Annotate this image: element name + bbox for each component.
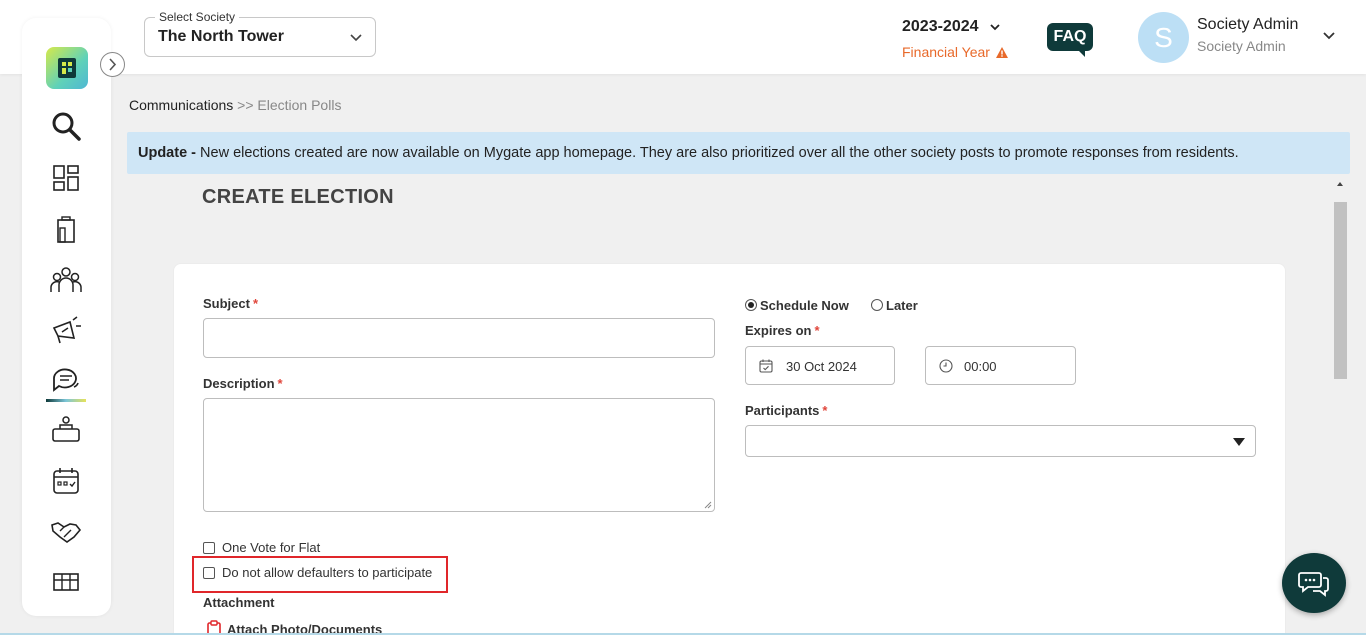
faq-button[interactable]: FAQ: [1047, 23, 1093, 57]
banner-text: New elections created are now available …: [196, 145, 1239, 161]
scroll-up-arrow-icon[interactable]: [1336, 180, 1344, 188]
helpdesk-icon[interactable]: [50, 415, 82, 447]
chevron-down-icon[interactable]: [1322, 30, 1336, 42]
highlight-annotation-box: [192, 556, 448, 593]
financial-year-selector[interactable]: 2023-2024 Financial Year: [902, 18, 1022, 60]
dropdown-arrow-icon: [1233, 438, 1245, 446]
clock-icon: [939, 359, 953, 373]
expires-date-value: 30 Oct 2024: [786, 359, 857, 374]
financial-year-label: Financial Year: [902, 44, 990, 60]
scrollbar-thumb[interactable]: [1334, 202, 1347, 379]
nav-active-indicator: [46, 399, 86, 402]
user-name: Society Admin: [1197, 16, 1299, 33]
breadcrumb-communications[interactable]: Communications: [129, 97, 233, 113]
radio-unselected[interactable]: [871, 299, 883, 311]
later-radio[interactable]: Later: [871, 298, 918, 313]
chat-support-button[interactable]: [1282, 553, 1346, 613]
building-icon[interactable]: [50, 214, 82, 246]
announcement-icon[interactable]: [50, 314, 82, 346]
top-bar: Select Society The North Tower 2023-2024…: [0, 0, 1366, 74]
description-label: Description *: [203, 376, 283, 391]
amenities-icon[interactable]: [50, 565, 82, 597]
chat-bubbles-icon: [1298, 572, 1329, 597]
society-select-label: Select Society: [155, 10, 240, 24]
one-vote-for-flat-option[interactable]: One Vote for Flat: [203, 540, 320, 555]
expires-time-value: 00:00: [964, 359, 997, 374]
subject-input[interactable]: [203, 318, 715, 358]
society-select-value: The North Tower: [158, 28, 284, 45]
communications-icon[interactable]: [50, 365, 82, 397]
page-title: CREATE ELECTION: [202, 186, 394, 208]
expires-on-label: Expires on *: [745, 323, 820, 338]
banner-prefix: Update -: [138, 145, 196, 161]
sidebar: [22, 18, 111, 616]
society-select[interactable]: Select Society The North Tower: [144, 10, 376, 57]
search-icon[interactable]: [50, 110, 82, 142]
residents-icon[interactable]: [50, 264, 82, 296]
expires-date-input[interactable]: 30 Oct 2024: [745, 346, 895, 385]
mygate-logo-icon: [58, 58, 76, 78]
subject-label: Subject *: [203, 296, 259, 311]
schedule-now-radio[interactable]: Schedule Now: [745, 298, 849, 313]
chevron-down-icon: [350, 34, 362, 42]
participants-label: Participants *: [745, 403, 828, 418]
expand-sidebar-button[interactable]: [100, 52, 125, 77]
expires-time-input[interactable]: 00:00: [925, 346, 1076, 385]
user-role: Society Admin: [1197, 38, 1286, 54]
avatar[interactable]: S: [1138, 12, 1189, 63]
resize-grip-icon[interactable]: [704, 501, 712, 509]
update-banner: Update - New elections created are now a…: [127, 132, 1350, 174]
warning-icon: [995, 47, 1008, 58]
participants-select[interactable]: [745, 425, 1256, 457]
dashboard-icon[interactable]: [50, 162, 82, 194]
description-textarea[interactable]: [203, 398, 715, 512]
breadcrumb-current: >> Election Polls: [237, 97, 342, 113]
chevron-right-icon: [109, 58, 117, 71]
handshake-icon[interactable]: [50, 515, 82, 547]
attachment-label: Attachment: [203, 595, 275, 610]
app-logo[interactable]: [46, 47, 88, 89]
radio-selected[interactable]: [745, 299, 757, 311]
one-vote-checkbox[interactable]: [203, 542, 215, 554]
breadcrumb: Communications >> Election Polls: [129, 97, 341, 113]
chevron-down-icon: [990, 24, 1000, 31]
financial-year-value: 2023-2024: [902, 18, 979, 35]
calendar-icon: [759, 359, 773, 373]
calendar-icon[interactable]: [50, 465, 82, 497]
